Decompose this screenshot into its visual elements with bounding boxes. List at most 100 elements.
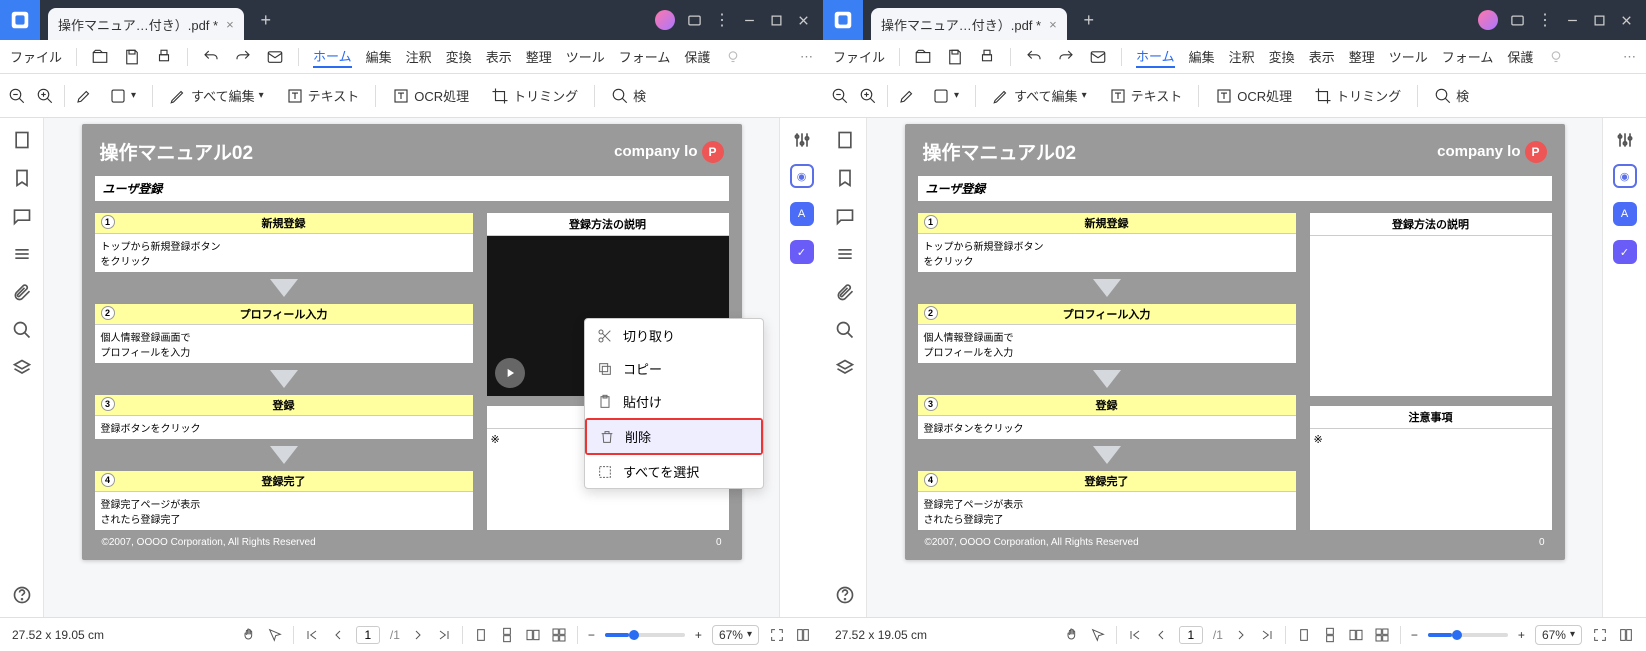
print-icon[interactable] bbox=[978, 48, 996, 66]
first-page-icon[interactable] bbox=[304, 627, 320, 643]
comment-icon[interactable] bbox=[12, 206, 32, 226]
menu-annotate[interactable]: 注釈 bbox=[406, 47, 432, 66]
highlight-icon[interactable] bbox=[898, 87, 916, 105]
first-page-icon[interactable] bbox=[1127, 627, 1143, 643]
context-copy[interactable]: コピー bbox=[585, 352, 763, 385]
menu-view[interactable]: 表示 bbox=[1309, 47, 1335, 66]
context-cut[interactable]: 切り取り bbox=[585, 319, 763, 352]
two-continuous-icon[interactable] bbox=[551, 627, 567, 643]
message-icon[interactable] bbox=[1510, 13, 1525, 28]
file-menu[interactable]: ファイル bbox=[833, 47, 885, 66]
minimize-icon[interactable] bbox=[1565, 13, 1580, 28]
ai-chat-icon[interactable]: ◉ bbox=[790, 164, 814, 188]
menubar-overflow-icon[interactable]: ⋯ bbox=[800, 49, 813, 65]
menu-form[interactable]: フォーム bbox=[619, 47, 671, 66]
last-page-icon[interactable] bbox=[1259, 627, 1275, 643]
menu-home[interactable]: ホーム bbox=[313, 46, 352, 68]
hand-tool-icon[interactable] bbox=[241, 627, 257, 643]
undo-icon[interactable] bbox=[1025, 48, 1043, 66]
edit-all-button[interactable]: すべて編集▾ bbox=[986, 82, 1093, 109]
zoom-out-sb-icon[interactable]: − bbox=[1411, 628, 1418, 642]
document-tab[interactable]: 操作マニュア…付き）.pdf * × bbox=[48, 8, 244, 40]
kebab-menu-icon[interactable]: ⋮ bbox=[714, 10, 730, 30]
menu-protect[interactable]: 保護 bbox=[1507, 47, 1533, 66]
menu-view[interactable]: 表示 bbox=[486, 47, 512, 66]
fit-screen-icon[interactable] bbox=[1592, 627, 1608, 643]
page-viewport[interactable]: 操作マニュアル02 company lo P ユーザ登録 1新規登録 トップから… bbox=[867, 118, 1602, 617]
mail-icon[interactable] bbox=[266, 48, 284, 66]
kebab-menu-icon[interactable]: ⋮ bbox=[1537, 10, 1553, 30]
save-icon[interactable] bbox=[946, 48, 964, 66]
trim-button[interactable]: トリミング bbox=[485, 82, 584, 109]
ocr-button[interactable]: OCR処理 bbox=[1209, 82, 1298, 109]
lightbulb-icon[interactable] bbox=[1547, 48, 1565, 66]
close-tab-icon[interactable]: × bbox=[1049, 17, 1057, 32]
trim-button[interactable]: トリミング bbox=[1308, 82, 1407, 109]
undo-icon[interactable] bbox=[202, 48, 220, 66]
help-icon[interactable] bbox=[12, 585, 32, 605]
maximize-icon[interactable] bbox=[1592, 13, 1607, 28]
menu-organize[interactable]: 整理 bbox=[1349, 47, 1375, 66]
help-icon[interactable] bbox=[835, 585, 855, 605]
menu-edit[interactable]: 編集 bbox=[1189, 47, 1215, 66]
menubar-overflow-icon[interactable]: ⋯ bbox=[1623, 49, 1636, 65]
redo-icon[interactable] bbox=[234, 48, 252, 66]
attachment-icon[interactable] bbox=[835, 282, 855, 302]
zoom-slider[interactable] bbox=[605, 633, 685, 637]
search-rail-icon[interactable] bbox=[12, 320, 32, 340]
mail-icon[interactable] bbox=[1089, 48, 1107, 66]
lightbulb-icon[interactable] bbox=[724, 48, 742, 66]
menu-home[interactable]: ホーム bbox=[1136, 46, 1175, 68]
open-icon[interactable] bbox=[914, 48, 932, 66]
menu-organize[interactable]: 整理 bbox=[526, 47, 552, 66]
bookmark-icon[interactable] bbox=[835, 168, 855, 188]
context-paste[interactable]: 貼付け bbox=[585, 385, 763, 418]
minimize-icon[interactable] bbox=[742, 13, 757, 28]
text-button[interactable]: テキスト bbox=[280, 82, 366, 109]
zoom-display[interactable]: 67%▾ bbox=[712, 625, 759, 645]
search-rail-icon[interactable] bbox=[835, 320, 855, 340]
print-icon[interactable] bbox=[155, 48, 173, 66]
check-icon[interactable]: ✓ bbox=[1613, 240, 1637, 264]
menu-tools[interactable]: ツール bbox=[566, 47, 605, 66]
read-mode-icon[interactable] bbox=[1618, 627, 1634, 643]
ai-chat-icon[interactable]: ◉ bbox=[1613, 164, 1637, 188]
check-icon[interactable]: ✓ bbox=[790, 240, 814, 264]
zoom-slider[interactable] bbox=[1428, 633, 1508, 637]
ocr-button[interactable]: OCR処理 bbox=[386, 82, 475, 109]
shape-dropdown[interactable]: ▾ bbox=[103, 83, 142, 109]
two-page-icon[interactable] bbox=[1348, 627, 1364, 643]
sliders-icon[interactable] bbox=[792, 130, 812, 150]
thumbnail-icon[interactable] bbox=[835, 130, 855, 150]
prev-page-icon[interactable] bbox=[330, 627, 346, 643]
sliders-icon[interactable] bbox=[1615, 130, 1635, 150]
layers-icon[interactable] bbox=[835, 358, 855, 378]
zoom-out-icon[interactable] bbox=[8, 87, 26, 105]
single-page-icon[interactable] bbox=[473, 627, 489, 643]
continuous-page-icon[interactable] bbox=[1322, 627, 1338, 643]
zoom-out-icon[interactable] bbox=[831, 87, 849, 105]
page-number-input[interactable] bbox=[1179, 626, 1203, 644]
user-avatar-icon[interactable] bbox=[1478, 10, 1498, 30]
two-page-icon[interactable] bbox=[525, 627, 541, 643]
close-window-icon[interactable] bbox=[1619, 13, 1634, 28]
menu-convert[interactable]: 変換 bbox=[1269, 47, 1295, 66]
open-icon[interactable] bbox=[91, 48, 109, 66]
zoom-in-sb-icon[interactable]: + bbox=[695, 628, 702, 642]
search-button[interactable]: 検 bbox=[605, 82, 652, 109]
new-tab-button[interactable]: + bbox=[1075, 6, 1103, 34]
menu-tools[interactable]: ツール bbox=[1389, 47, 1428, 66]
page-viewport[interactable]: 操作マニュアル02 company lo P ユーザ登録 1新規登録 トップから… bbox=[44, 118, 779, 617]
zoom-in-icon[interactable] bbox=[36, 87, 54, 105]
zoom-out-sb-icon[interactable]: − bbox=[588, 628, 595, 642]
edit-all-button[interactable]: すべて編集▾ bbox=[163, 82, 270, 109]
zoom-in-sb-icon[interactable]: + bbox=[1518, 628, 1525, 642]
thumbnail-icon[interactable] bbox=[12, 130, 32, 150]
menu-form[interactable]: フォーム bbox=[1442, 47, 1494, 66]
menu-protect[interactable]: 保護 bbox=[684, 47, 710, 66]
file-menu[interactable]: ファイル bbox=[10, 47, 62, 66]
list-icon[interactable] bbox=[835, 244, 855, 264]
fit-screen-icon[interactable] bbox=[769, 627, 785, 643]
zoom-display[interactable]: 67%▾ bbox=[1535, 625, 1582, 645]
select-tool-icon[interactable] bbox=[267, 627, 283, 643]
